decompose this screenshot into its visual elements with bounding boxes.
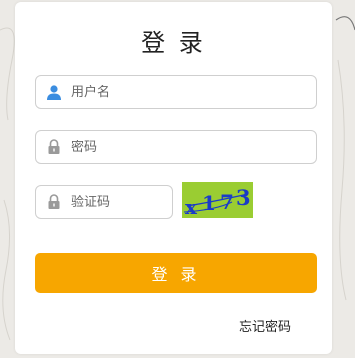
forgot-password-link[interactable]: 忘记密码: [239, 316, 291, 335]
svg-text:x: x: [185, 195, 198, 218]
svg-text:3: 3: [236, 185, 251, 210]
captcha-field[interactable]: [35, 185, 173, 219]
login-title: 登 录: [141, 29, 206, 57]
lock-icon: [45, 193, 63, 211]
lock-icon: [45, 138, 63, 156]
username-input[interactable]: [71, 84, 316, 100]
captcha-image[interactable]: x 1 7 3: [182, 182, 253, 219]
login-card: 登 录 x: [15, 2, 332, 354]
password-input[interactable]: [71, 139, 316, 155]
login-button[interactable]: 登 录: [35, 253, 317, 293]
username-field[interactable]: [35, 75, 317, 109]
captcha-input[interactable]: [71, 194, 172, 210]
password-field[interactable]: [35, 130, 317, 164]
user-icon: [45, 83, 63, 101]
